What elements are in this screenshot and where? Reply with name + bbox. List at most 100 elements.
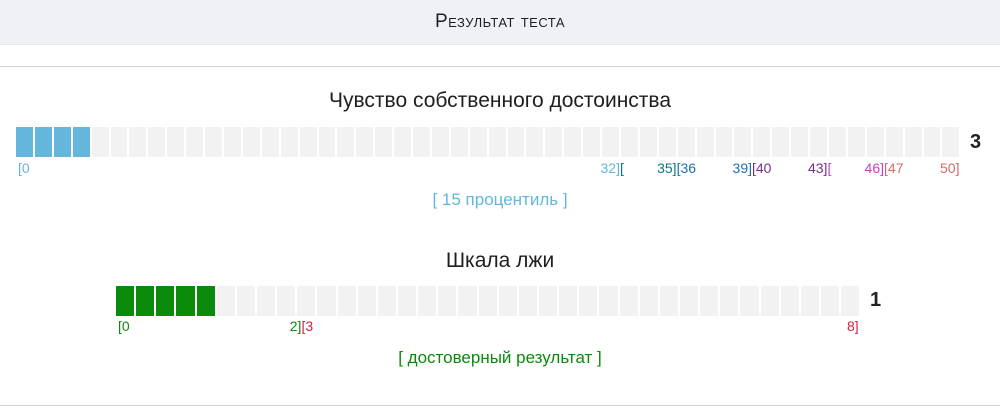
scale-tick-label: 50]	[940, 160, 959, 176]
scale-cell	[923, 127, 943, 157]
scale-cell	[526, 127, 546, 157]
scale-tick-label: 43][	[808, 160, 831, 176]
scale-cell	[841, 286, 860, 316]
scale-cell	[753, 127, 773, 157]
tick-part: [	[827, 160, 832, 176]
scale-cell	[810, 127, 829, 157]
scale-cell-filled	[34, 127, 54, 157]
scale-cell	[498, 286, 519, 316]
scale-ticks: [0 32] [35][36 39][40 43][ 46][47 50]	[16, 160, 959, 178]
scale-cell	[317, 286, 338, 316]
tick-part: [40	[752, 160, 772, 176]
scale-tick-label: 46][47	[865, 160, 904, 176]
tick-part: [47	[884, 160, 904, 176]
scale-cell	[469, 127, 489, 157]
scale-cell	[677, 127, 697, 157]
tick-part: 35]	[657, 160, 677, 176]
scale-cell	[261, 127, 281, 157]
scale-cell	[639, 127, 659, 157]
scale-cell	[659, 286, 680, 316]
scale-cell	[357, 286, 378, 316]
scale-cell	[216, 286, 237, 316]
tick-part: 39]	[732, 160, 752, 176]
scale-cell	[545, 127, 565, 157]
scale-title: Чувство собственного достоинства	[328, 89, 672, 112]
scale-cell	[129, 127, 149, 157]
scale-bar	[116, 286, 860, 316]
scale-cell	[186, 127, 206, 157]
scale-cell	[700, 286, 721, 316]
tick-part: [36	[676, 160, 697, 176]
scale-cell	[658, 127, 678, 157]
scale-cell	[418, 286, 439, 316]
scale-cell	[110, 127, 130, 157]
scale-tick-label: 2][3	[290, 318, 313, 334]
tick-part: 32]	[600, 160, 620, 176]
scale-cell	[167, 127, 187, 157]
tick-part: [0	[18, 160, 30, 176]
scale-cell	[356, 127, 376, 157]
scale-cell	[236, 286, 257, 316]
scale-cell-filled	[116, 286, 137, 316]
scale-cell	[488, 127, 508, 157]
scale-cell	[277, 286, 298, 316]
bottom-divider	[0, 405, 1000, 406]
tick-part: 43]	[807, 160, 828, 176]
scale-result: [ достоверный результат ]	[398, 348, 602, 367]
scale-ticks: [0 2][3 8]	[116, 318, 859, 336]
scale-cell	[621, 127, 640, 157]
scale-cell	[337, 127, 357, 157]
scale-tick-label: [0	[18, 160, 30, 176]
scale-cell	[780, 286, 801, 316]
scale-cell	[299, 127, 319, 157]
scale-cell	[397, 286, 419, 316]
scale-cell	[602, 127, 621, 157]
scale-cell	[205, 127, 224, 157]
scale-cell	[599, 286, 620, 316]
scale-cell	[559, 286, 580, 316]
scale-cell	[438, 286, 459, 316]
scale-cell	[394, 127, 414, 157]
scale-cell-filled	[72, 127, 92, 157]
page-title: Результат теста	[435, 11, 565, 32]
scale-cell	[791, 127, 811, 157]
scale-cell	[696, 127, 716, 157]
scale-cell	[720, 286, 741, 316]
top-divider	[0, 66, 1000, 67]
scale-cell	[734, 127, 754, 157]
scale-cell	[256, 286, 278, 316]
scale-cell	[847, 127, 867, 157]
scale-score: 1	[870, 289, 882, 311]
scale-cell	[297, 286, 318, 316]
scale-cell	[885, 127, 905, 157]
scale-cell	[91, 127, 111, 157]
scale-cell	[223, 127, 243, 157]
scale-cell	[904, 127, 924, 157]
test-result-page: Результат теста Чувство собственного дос…	[0, 0, 1000, 411]
scale-cell	[337, 286, 358, 316]
tick-part: 50]	[940, 160, 960, 176]
scale-cell	[377, 286, 398, 316]
scale-cell	[619, 286, 640, 316]
scale-cell	[579, 286, 600, 316]
scale-cell	[478, 286, 499, 316]
scale-cell-filled	[196, 286, 217, 316]
scale-cell-filled	[156, 286, 177, 316]
scale-cell-filled	[16, 127, 35, 157]
scale-cell	[148, 127, 168, 157]
scale-title: Шкала лжи	[445, 249, 555, 272]
scale-cell	[518, 286, 539, 316]
result-header: Результат теста	[0, 0, 1000, 45]
scale-cell	[772, 127, 792, 157]
scale-cell	[715, 127, 735, 157]
scale-cell	[280, 127, 300, 157]
scale-cell	[318, 127, 338, 157]
scale-cell	[375, 127, 395, 157]
scale-tick-label: 8]	[847, 318, 859, 334]
tick-part: [3	[301, 318, 314, 334]
scale-cell-filled	[176, 286, 197, 316]
tick-part: 8]	[847, 318, 859, 334]
scale-cell	[828, 127, 848, 157]
scale-tick-label: 35][36	[657, 160, 696, 176]
tick-part: [0	[118, 318, 130, 334]
